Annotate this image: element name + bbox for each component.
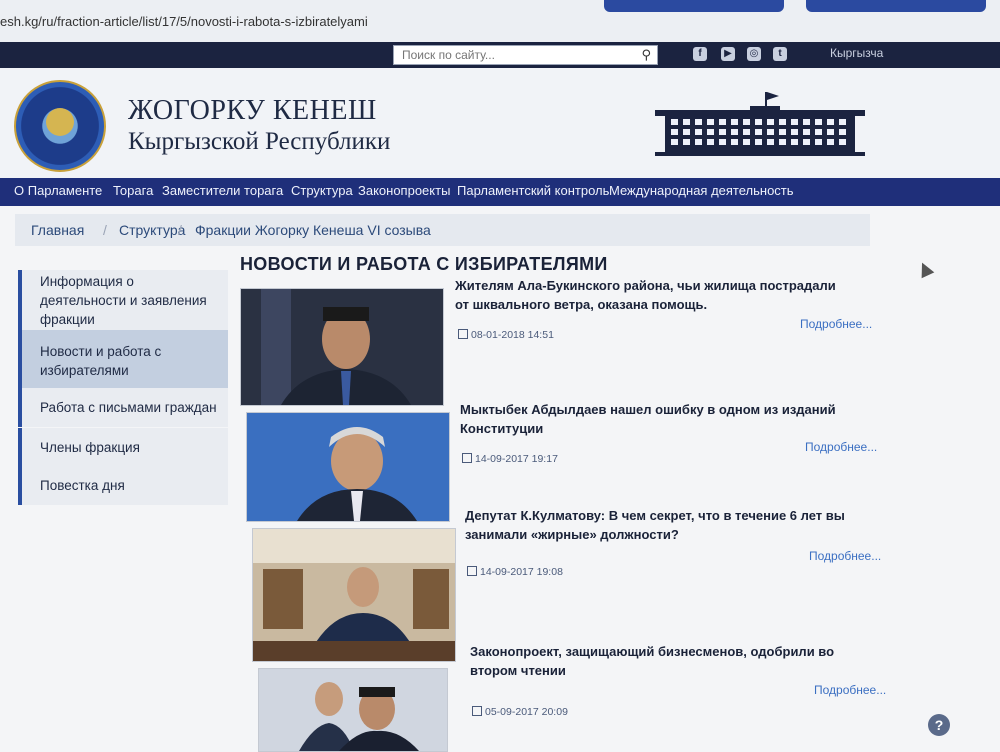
youtube-icon[interactable]: ▶ xyxy=(721,47,735,61)
read-more-link[interactable]: Подробнее... xyxy=(809,549,881,563)
browser-tab[interactable] xyxy=(604,0,784,12)
nav-item-deputies[interactable]: Заместители торага xyxy=(162,183,283,198)
breadcrumb-current: Фракции Жогорку Кенеша VI созыва xyxy=(195,222,431,238)
mouse-cursor-icon xyxy=(915,259,935,279)
sidebar-item-members[interactable]: Члены фракция xyxy=(18,428,228,467)
calendar-icon xyxy=(462,453,472,463)
news-title[interactable]: Мыктыбек Абдылдаев нашел ошибку в одном … xyxy=(460,400,850,438)
page-heading: НОВОСТИ И РАБОТА С ИЗБИРАТЕЛЯМИ xyxy=(240,254,608,274)
read-more-link[interactable]: Подробнее... xyxy=(800,317,872,331)
instagram-icon[interactable]: ◎ xyxy=(747,47,761,61)
news-title[interactable]: Жителям Ала-Букинского района, чьи жилищ… xyxy=(455,276,845,314)
nav-item-toraga[interactable]: Торага xyxy=(113,183,153,198)
browser-url-bar[interactable]: esh.kg/ru/fraction-article/list/17/5/nov… xyxy=(0,0,1000,43)
calendar-icon xyxy=(458,329,468,339)
site-title[interactable]: ЖОГОРКУ КЕНЕШ xyxy=(128,95,377,127)
sidebar-item-news[interactable]: Новости и работа с избирателями xyxy=(18,330,228,392)
news-photo-officials xyxy=(259,669,447,751)
calendar-icon xyxy=(467,566,477,576)
breadcrumb-separator: / xyxy=(103,222,107,238)
breadcrumb: Главная / Структура / Фракции Жогорку Ке… xyxy=(15,214,870,246)
state-emblem-logo[interactable] xyxy=(14,80,106,172)
twitter-icon[interactable]: t xyxy=(773,47,787,61)
language-switch[interactable]: Кыргызча xyxy=(830,46,883,60)
news-thumbnail[interactable] xyxy=(258,668,448,752)
news-date: 05-09-2017 20:09 xyxy=(472,706,568,718)
news-title[interactable]: Законопроект, защищающий бизнесменов, од… xyxy=(470,642,860,680)
breadcrumb-structure[interactable]: Структура xyxy=(119,222,185,238)
news-thumbnail[interactable] xyxy=(240,288,444,406)
news-date: 14-09-2017 19:08 xyxy=(467,566,563,578)
sidebar-item-info[interactable]: Информация о деятельности и заявления фр… xyxy=(18,270,228,333)
browser-tab[interactable] xyxy=(806,0,986,12)
calendar-icon xyxy=(472,706,482,716)
site-subtitle[interactable]: Кыргызской Республики xyxy=(128,128,390,156)
sidebar-item-agenda[interactable]: Повестка дня xyxy=(18,466,228,505)
news-title[interactable]: Депутат К.Кулматову: В чем секрет, что в… xyxy=(465,506,855,544)
breadcrumb-home[interactable]: Главная xyxy=(31,222,84,238)
news-thumbnail[interactable] xyxy=(246,412,450,522)
help-icon[interactable]: ? xyxy=(928,714,950,736)
nav-item-international[interactable]: Международная деятельность xyxy=(609,183,794,198)
search-box[interactable]: ⚲ xyxy=(393,45,658,65)
nav-item-bills[interactable]: Законопроекты xyxy=(358,183,450,198)
news-photo-man-at-desk xyxy=(253,529,455,661)
url-text[interactable]: esh.kg/ru/fraction-article/list/17/5/nov… xyxy=(0,14,368,29)
facebook-icon[interactable]: f xyxy=(693,47,707,61)
read-more-link[interactable]: Подробнее... xyxy=(805,440,877,454)
nav-item-structure[interactable]: Структура xyxy=(291,183,353,198)
search-input[interactable] xyxy=(394,46,635,64)
news-thumbnail[interactable] xyxy=(252,528,456,662)
breadcrumb-separator: / xyxy=(178,222,182,238)
news-date: 08-01-2018 14:51 xyxy=(458,329,554,341)
main-navigation: О Парламенте Торага Заместители торага С… xyxy=(0,178,1000,206)
news-date: 14-09-2017 19:17 xyxy=(462,453,558,465)
nav-item-about[interactable]: О Парламенте xyxy=(14,183,102,198)
sidebar-item-letters[interactable]: Работа с письмами граждан xyxy=(18,388,228,427)
read-more-link[interactable]: Подробнее... xyxy=(814,683,886,697)
search-icon[interactable]: ⚲ xyxy=(641,47,651,63)
nav-item-control[interactable]: Парламентский контроль xyxy=(457,183,609,198)
news-photo-man-in-suit xyxy=(241,289,443,405)
parliament-building-icon xyxy=(655,92,865,156)
news-photo-man-grey-hair xyxy=(247,413,449,521)
